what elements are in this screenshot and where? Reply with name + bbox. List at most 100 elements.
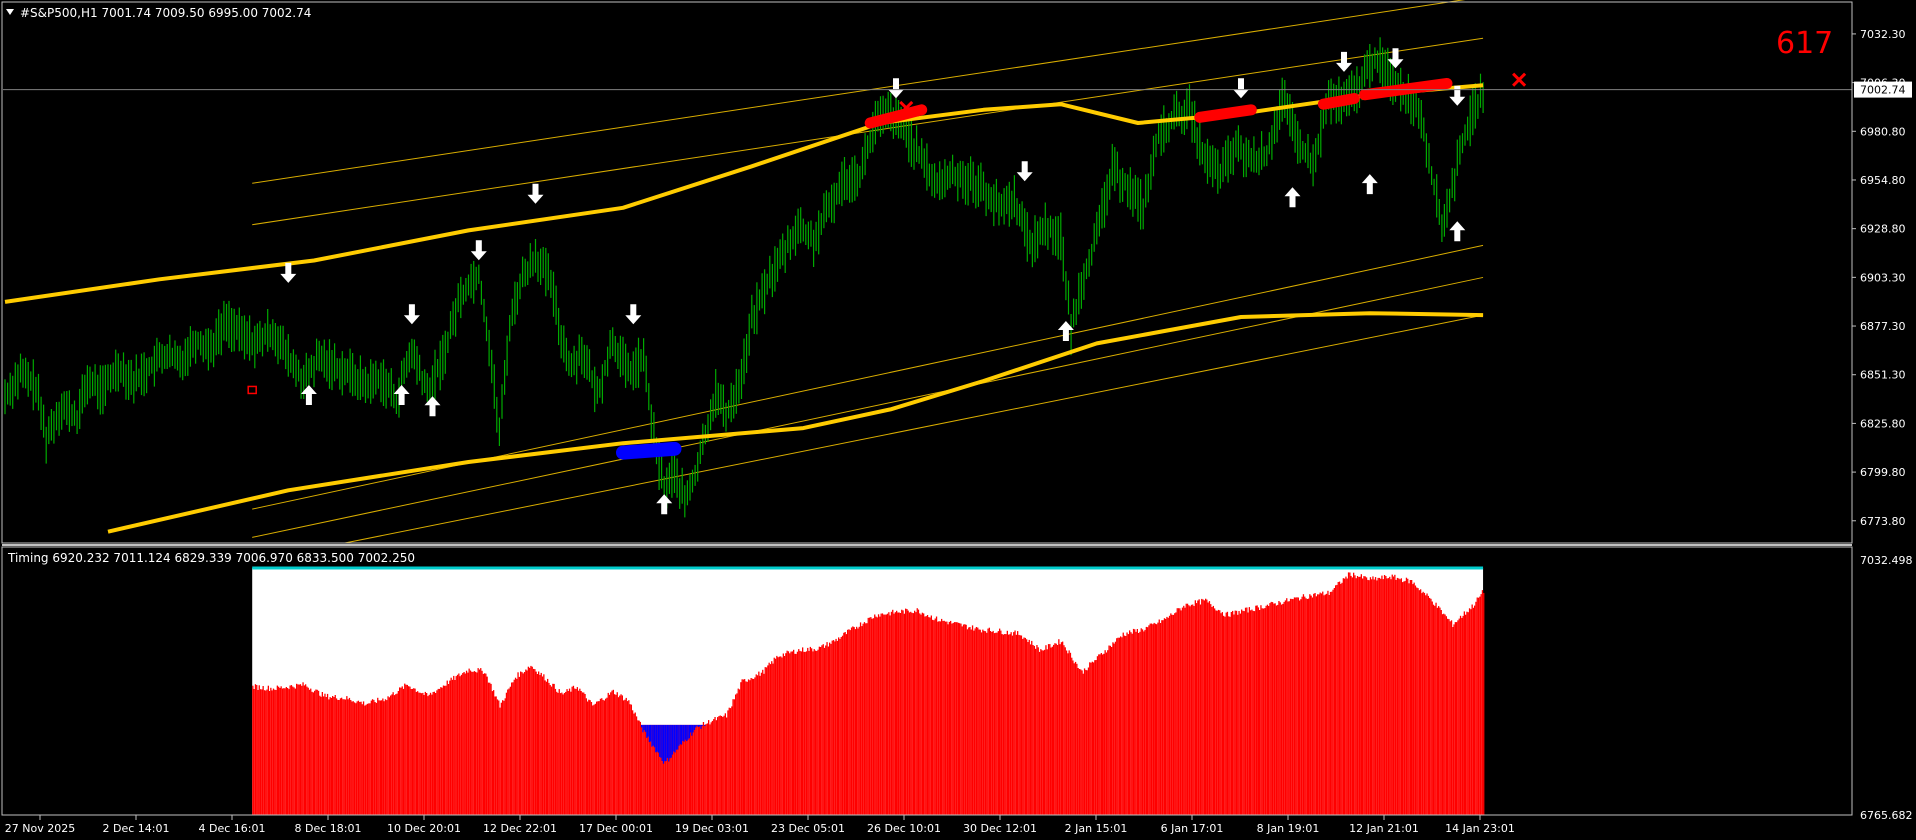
histogram-bar <box>554 688 557 815</box>
histogram-bar <box>877 614 880 815</box>
histogram-bar <box>642 724 644 815</box>
histogram-bar <box>965 624 967 815</box>
histogram-bar <box>1152 624 1154 815</box>
histogram-bar <box>1023 637 1025 815</box>
histogram-bar <box>879 616 881 815</box>
histogram-bar <box>726 717 728 815</box>
histogram-bar-negative <box>661 724 663 761</box>
time-tick-label: 26 Dec 10:01 <box>867 822 941 835</box>
histogram-bar <box>559 693 562 815</box>
time-tick-label: 10 Dec 20:01 <box>387 822 461 835</box>
histogram-bar <box>1114 641 1117 815</box>
histogram-bar <box>858 626 860 815</box>
histogram-bar <box>262 686 264 815</box>
timing-indicator-panel[interactable] <box>252 566 1485 815</box>
histogram-bar <box>1278 601 1280 815</box>
price-tick-label: 6799.80 <box>1860 466 1906 479</box>
histogram-bar <box>1234 610 1236 815</box>
histogram-bar <box>1094 660 1096 815</box>
histogram-bar <box>261 689 263 815</box>
histogram-bar <box>1346 578 1348 815</box>
histogram-bar <box>549 685 551 815</box>
histogram-bar <box>1284 600 1287 815</box>
histogram-bar <box>1144 629 1146 815</box>
histogram-bar <box>1425 595 1427 815</box>
histogram-bar <box>1288 601 1290 815</box>
histogram-bar <box>456 674 459 815</box>
histogram-bar <box>820 647 822 815</box>
histogram-bar <box>284 688 286 815</box>
histogram-bar <box>744 679 746 815</box>
histogram-bar <box>1269 603 1271 815</box>
histogram-bar <box>974 628 976 815</box>
histogram-bar <box>263 690 266 815</box>
histogram-bar <box>849 630 851 815</box>
histogram-bar <box>531 666 533 815</box>
histogram-bar <box>428 694 430 815</box>
histogram-bar <box>643 724 645 815</box>
histogram-bar <box>575 689 577 815</box>
histogram-bar <box>823 647 826 815</box>
histogram-bar <box>754 677 756 815</box>
histogram-bar <box>1333 588 1335 815</box>
histogram-bar <box>429 692 432 815</box>
histogram-bar <box>1199 604 1202 815</box>
histogram-bar <box>916 608 918 815</box>
histogram-bar <box>288 689 290 815</box>
histogram-bar <box>371 699 374 815</box>
histogram-bar <box>257 690 259 815</box>
symbol-header: #S&P500,H1 7001.74 7009.50 6995.00 7002.… <box>20 6 311 20</box>
histogram-bar <box>396 693 398 815</box>
histogram-bar <box>482 673 484 815</box>
histogram-bar <box>500 702 502 815</box>
chart-header: #S&P500,H1 7001.74 7009.50 6995.00 7002.… <box>6 6 311 20</box>
histogram-bar <box>472 671 474 815</box>
histogram-bar <box>292 686 294 815</box>
histogram-bar <box>802 647 804 815</box>
histogram-bar <box>639 721 641 815</box>
histogram-bar <box>1248 607 1250 815</box>
histogram-bar <box>1414 585 1417 815</box>
histogram-bar <box>1148 625 1150 815</box>
histogram-bar <box>897 612 899 815</box>
histogram-bar-negative <box>691 724 693 736</box>
histogram-bar <box>328 699 330 815</box>
histogram-bar <box>1252 610 1254 815</box>
histogram-bar <box>876 617 878 815</box>
histogram-bar <box>1421 593 1423 815</box>
histogram-bar <box>1268 606 1270 815</box>
histogram-bar <box>1027 642 1029 815</box>
histogram-bar <box>905 608 907 815</box>
histogram-bar <box>414 688 416 815</box>
histogram-bar <box>1292 599 1294 815</box>
histogram-bar <box>961 626 963 815</box>
timing-histogram <box>252 566 1485 815</box>
histogram-bar <box>329 697 331 815</box>
histogram-bar <box>458 673 460 815</box>
histogram-bar <box>529 667 531 815</box>
histogram-bar <box>1362 578 1364 815</box>
histogram-bar <box>1318 594 1320 815</box>
histogram-bar <box>490 683 492 815</box>
histogram-bar <box>1098 654 1100 815</box>
histogram-bar <box>1353 572 1355 815</box>
histogram-bar <box>432 692 434 815</box>
histogram-bar <box>1040 649 1042 815</box>
histogram-bar <box>910 611 912 815</box>
histogram-bar <box>623 700 625 815</box>
histogram-bar <box>774 658 777 815</box>
histogram-bar <box>330 697 332 815</box>
histogram-bar <box>1217 609 1220 815</box>
histogram-bar <box>755 674 757 815</box>
histogram-bar <box>886 613 889 815</box>
histogram-bar <box>794 653 796 815</box>
histogram-bar <box>1238 611 1240 815</box>
histogram-bar <box>1163 618 1166 815</box>
histogram-bar <box>747 679 750 815</box>
histogram-bar <box>771 661 773 815</box>
histogram-bar <box>297 684 299 815</box>
histogram-bar <box>1295 597 1297 815</box>
histogram-bar <box>861 626 863 815</box>
histogram-bar <box>417 691 419 815</box>
histogram-bar <box>803 651 805 815</box>
